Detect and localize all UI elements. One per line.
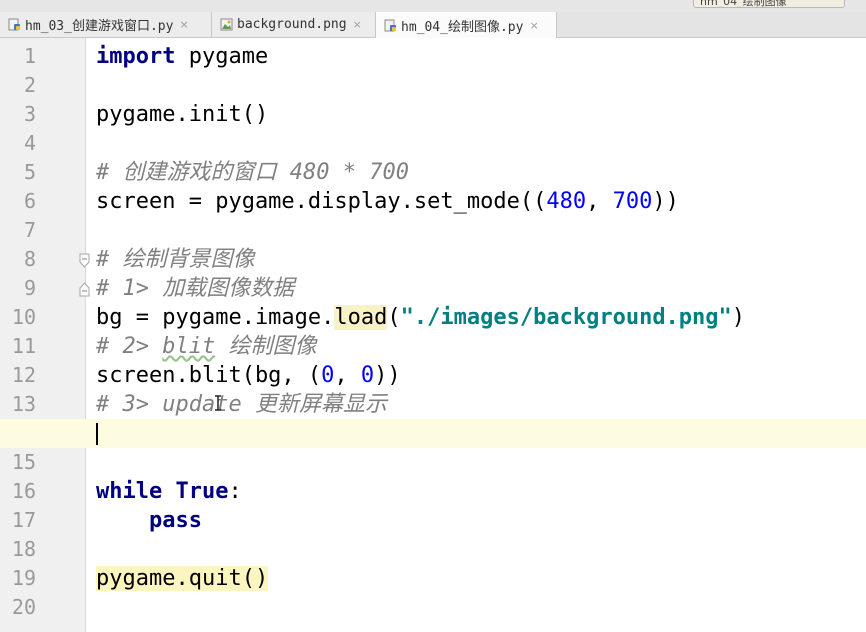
code-text: pygame.init() — [96, 102, 269, 127]
code-line-8[interactable]: # 绘制背景图像 — [96, 245, 255, 274]
keyword: import — [96, 44, 176, 69]
code-line-16[interactable]: while True: — [96, 477, 242, 506]
line-number: 19 — [11, 566, 36, 590]
comment: # 3> update 更新屏幕显示 — [96, 392, 387, 417]
tab-label: background.png — [237, 17, 347, 32]
code-line-9[interactable]: # 1> 加载图像数据 — [96, 274, 294, 303]
code-line-10[interactable]: bg = pygame.image.load("./images/backgro… — [96, 303, 745, 332]
line-number: 11 — [11, 334, 36, 358]
code-text: )) — [374, 363, 401, 388]
code-text: , — [586, 189, 613, 214]
line-number: 10 — [11, 305, 36, 329]
line-number: 6 — [23, 189, 36, 213]
code-line-17[interactable]: pass — [96, 506, 202, 535]
code-line-19[interactable]: pygame.quit() — [96, 564, 269, 593]
code-text: pygame — [175, 44, 269, 69]
run-configuration-selector[interactable]: hm_04_绘制图像 — [693, 0, 845, 8]
current-line-highlight — [0, 419, 866, 448]
line-number: 20 — [11, 595, 36, 619]
python-file-icon — [384, 19, 396, 31]
number-literal: 480 — [546, 189, 587, 214]
line-number: 17 — [11, 508, 36, 532]
line-number: 16 — [11, 479, 36, 503]
python-file-icon — [8, 18, 20, 31]
tab-hm04[interactable]: hm_04_绘制图像.py × — [376, 12, 557, 38]
code-line-1[interactable]: import pygame — [96, 42, 268, 71]
line-number: 13 — [11, 392, 36, 416]
code-line-13[interactable]: # 3> update 更新屏幕显示 — [96, 390, 387, 419]
line-number: 2 — [23, 73, 36, 97]
tab-label: hm_04_绘制图像.py — [401, 19, 524, 35]
code-text: screen.blit(bg, ( — [96, 363, 322, 388]
line-number: 5 — [23, 160, 36, 184]
line-number: 15 — [11, 450, 36, 474]
code-text: , — [334, 363, 361, 388]
string-literal: "./images/background.png" — [400, 305, 732, 330]
code-text: ) — [731, 305, 746, 330]
fold-end-icon[interactable] — [79, 282, 90, 297]
code-line-11[interactable]: # 2> blit 绘制图像 — [96, 332, 316, 361]
highlighted-method: load — [334, 305, 388, 330]
comment: # 绘制背景图像 — [96, 247, 255, 272]
mouse-ibeam-cursor-icon — [215, 395, 221, 411]
line-number: 9 — [23, 276, 36, 300]
tab-background-png[interactable]: background.png × — [212, 12, 376, 37]
line-number: 7 — [23, 218, 36, 242]
comment: # 2> — [96, 334, 163, 359]
number-literal: 700 — [612, 189, 653, 214]
line-number: 3 — [23, 102, 36, 126]
line-number: 12 — [11, 363, 36, 387]
number-literal: 0 — [321, 363, 335, 388]
comment: # 创建游戏的窗口 480 * 700 — [96, 160, 409, 185]
code-text: bg = pygame.image. — [96, 305, 335, 330]
keyword: pass — [148, 508, 202, 533]
line-number: 8 — [23, 247, 36, 271]
tab-hm03[interactable]: hm_03_创建游戏窗口.py × — [0, 12, 212, 37]
highlighted-code: pygame.quit() — [96, 566, 269, 591]
comment: 绘制图像 — [215, 334, 317, 359]
number-literal: 0 — [360, 363, 375, 388]
text-caret — [96, 423, 98, 445]
tab-close-icon[interactable]: × — [179, 18, 188, 31]
editor-tab-bar: hm_03_创建游戏窗口.py × background.png × hm_04… — [0, 12, 866, 38]
code-line-12[interactable]: screen.blit(bg, (0, 0)) — [96, 361, 401, 390]
comment: # 1> 加载图像数据 — [96, 276, 295, 301]
code-line-3[interactable]: pygame.init() — [96, 100, 268, 129]
code-text: )) — [652, 189, 679, 214]
image-file-icon — [220, 18, 233, 31]
tab-close-icon[interactable]: × — [353, 18, 362, 31]
code-line-6[interactable]: screen = pygame.display.set_mode((480, 7… — [96, 187, 679, 216]
tab-close-icon[interactable]: × — [529, 19, 538, 32]
line-number: 1 — [23, 44, 36, 68]
code-line-5[interactable]: # 创建游戏的窗口 480 * 700 — [96, 158, 409, 187]
code-text: ( — [387, 305, 401, 330]
code-text: : — [228, 479, 242, 504]
keyword: True — [175, 479, 229, 504]
line-number: 18 — [11, 537, 36, 561]
fold-start-icon[interactable] — [79, 253, 90, 268]
tab-label: hm_03_创建游戏窗口.py — [25, 19, 174, 34]
code-text: screen = pygame.display.set_mode(( — [96, 189, 547, 214]
line-number: 4 — [23, 131, 36, 155]
keyword: while — [96, 479, 163, 504]
line-number-gutter[interactable]: 1 2 3 4 5 6 7 8 9 10 11 12 13 14 15 16 1… — [0, 38, 90, 632]
spellcheck-word: blit — [162, 334, 216, 359]
